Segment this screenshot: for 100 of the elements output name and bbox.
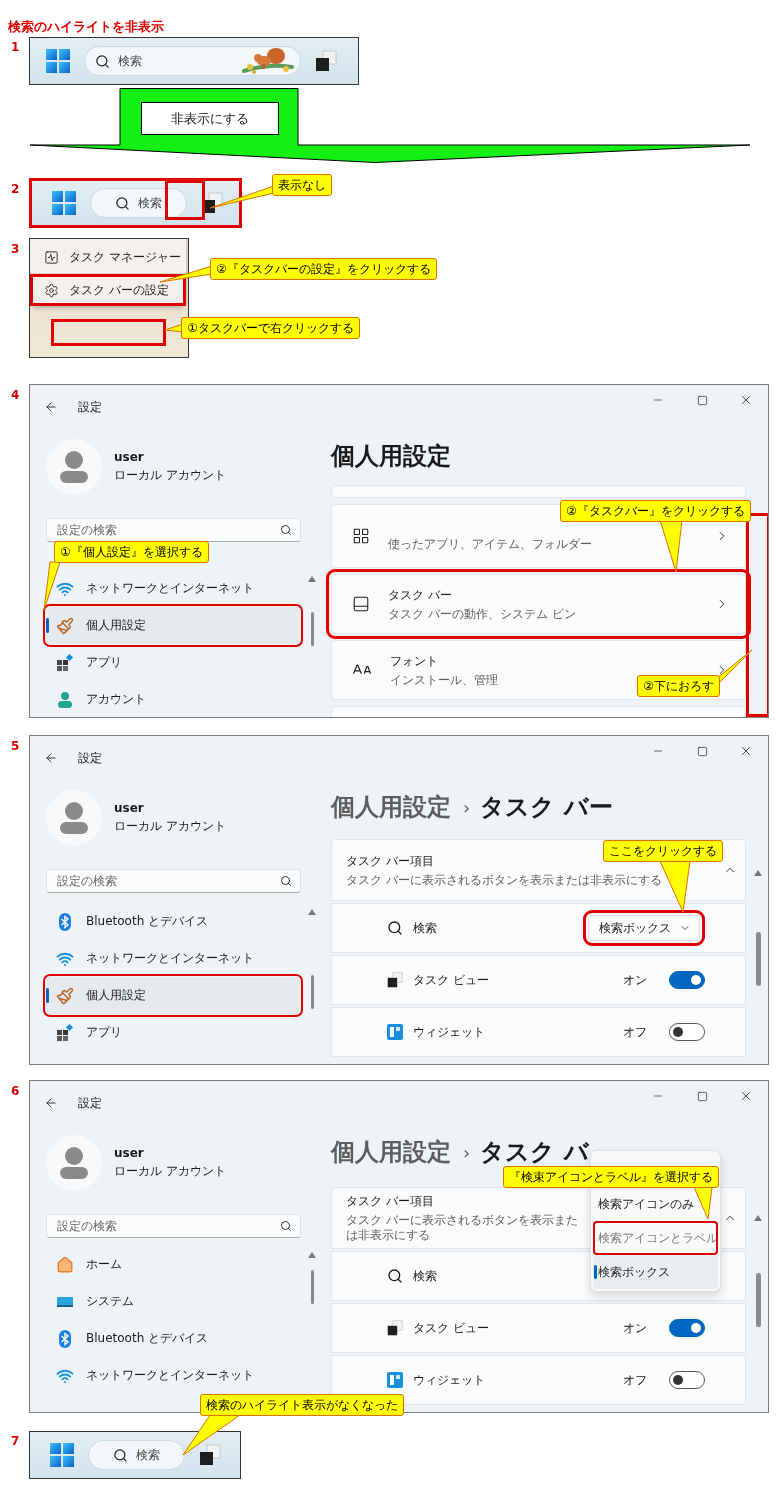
toggle-state: オフ: [623, 1023, 647, 1041]
maximize-icon: [696, 394, 708, 406]
settings-icon: [44, 282, 59, 298]
maximize-icon: [696, 745, 708, 757]
card-subtitle: インストール、管理: [390, 672, 498, 688]
scroll-up-icon[interactable]: [308, 1252, 316, 1258]
group-subtitle: タスク バーに表示されるボタンを表示または非表示にする: [346, 872, 662, 888]
paintbrush-icon: [56, 986, 74, 1005]
avatar-icon: [46, 439, 102, 495]
card-subtitle: タスク バーの動作、システム ピン: [388, 606, 576, 622]
setting-label: タスク ビュー: [413, 1319, 489, 1337]
callout-pointer: [210, 186, 274, 208]
maximize-icon: [696, 1090, 708, 1102]
toggle-switch[interactable]: [669, 1023, 705, 1041]
nav-item[interactable]: 個人用設定: [46, 607, 300, 644]
callout-pointer: [694, 1187, 712, 1219]
step-number: 1: [10, 39, 21, 54]
menu-item[interactable]: タスク バーの設定: [30, 274, 186, 306]
scrollbar-thumb[interactable]: [755, 1273, 761, 1327]
scrollbar-thumb[interactable]: [310, 612, 314, 646]
setting-label: ウィジェット: [413, 1371, 485, 1389]
apps-icon: [56, 653, 74, 672]
toggle-state: オン: [623, 971, 647, 989]
windows-logo-icon: [52, 191, 76, 215]
home-icon: [56, 1255, 74, 1274]
toggle-state: オン: [623, 1319, 647, 1337]
search-box[interactable]: 検索: [90, 188, 187, 218]
nav-item[interactable]: Bluetooth とデバイス: [46, 1320, 300, 1357]
bluetooth-icon: [56, 912, 74, 931]
page-title: 検索のハイライトを非表示: [8, 20, 165, 34]
scroll-up-icon[interactable]: [754, 870, 762, 876]
back-icon[interactable]: [44, 1096, 58, 1110]
menu-item[interactable]: タスク マネージャー: [30, 241, 186, 273]
user-name: user: [114, 801, 144, 815]
nav-item[interactable]: Bluetooth とデバイス: [46, 903, 300, 940]
toggle-state: オフ: [623, 1371, 647, 1389]
nav-item[interactable]: ホーム: [46, 1246, 300, 1283]
window-title: 設定: [78, 398, 102, 416]
search-box[interactable]: 検索: [88, 1440, 185, 1470]
menu-item[interactable]: 検索ボックス: [593, 1255, 718, 1289]
callout-pointer: [183, 1415, 240, 1455]
activity-icon: [44, 249, 59, 265]
task-view-icon: [387, 1320, 403, 1336]
nav-item[interactable]: ネットワークとインターネット: [46, 1357, 300, 1394]
back-icon[interactable]: [44, 751, 58, 765]
setting-label: 検索: [413, 919, 437, 937]
task-view-icon: [199, 1444, 221, 1466]
widgets-icon: [387, 1372, 403, 1388]
account-type: ローカル アカウント: [114, 818, 226, 835]
toggle-switch[interactable]: [669, 1319, 705, 1337]
scroll-up-icon[interactable]: [754, 1215, 762, 1221]
step-number: 3: [10, 241, 21, 256]
step-number: 6: [10, 1083, 21, 1098]
page-heading: タスク バー: [480, 792, 613, 823]
toggle-switch[interactable]: [669, 971, 705, 989]
breadcrumb-separator: ›: [463, 1141, 471, 1163]
nav-item[interactable]: ネットワークとインターネット: [46, 940, 300, 977]
task-view-icon: [315, 50, 337, 72]
step-number: 5: [10, 738, 21, 753]
search-icon: [115, 195, 130, 211]
search-field[interactable]: 設定の検索: [46, 1214, 301, 1238]
card-title: フォント: [390, 652, 438, 670]
scroll-up-icon[interactable]: [308, 909, 316, 915]
avatar-icon: [46, 790, 102, 846]
menu-item[interactable]: 検索アイコンのみ: [593, 1187, 718, 1221]
toggle-switch[interactable]: [669, 1371, 705, 1389]
callout-pointer: [44, 562, 60, 610]
account-type: ローカル アカウント: [114, 467, 226, 484]
page-heading: 個人用設定: [331, 441, 451, 472]
account-type: ローカル アカウント: [114, 1163, 226, 1180]
nav-item[interactable]: アプリ: [46, 1014, 300, 1051]
scrollbar-thumb[interactable]: [310, 975, 314, 1009]
squirrel-drawing: [242, 47, 294, 75]
window-title: 設定: [78, 1094, 102, 1112]
nav-item[interactable]: アカウント: [46, 681, 300, 717]
taskbar-icon: [352, 595, 370, 613]
nav-item[interactable]: 個人用設定: [46, 977, 300, 1014]
search-icon: [280, 1220, 292, 1232]
step-number: 7: [10, 1433, 21, 1448]
nav-item[interactable]: システム: [46, 1283, 300, 1320]
nav-item[interactable]: アプリ: [46, 644, 300, 681]
setting-label: 検索: [413, 1267, 437, 1285]
avatar-icon: [46, 1135, 102, 1191]
search-field[interactable]: 設定の検索: [46, 518, 301, 542]
setting-label: ウィジェット: [413, 1023, 485, 1041]
search-icon: [387, 920, 403, 936]
setting-label: タスク ビュー: [413, 971, 489, 989]
user-name: user: [114, 1146, 144, 1160]
search-field[interactable]: 設定の検索: [46, 869, 301, 893]
scrollbar-thumb[interactable]: [755, 932, 761, 986]
apps-icon: [56, 1023, 74, 1042]
callout-pointer: [660, 861, 690, 912]
widgets-icon: [387, 1024, 403, 1040]
close-icon: [739, 744, 753, 758]
back-icon[interactable]: [44, 400, 58, 414]
scroll-up-icon[interactable]: [308, 576, 316, 582]
search-box[interactable]: 検索: [84, 46, 301, 76]
search-icon: [387, 1268, 403, 1284]
page-heading: 個人用設定: [331, 1137, 451, 1168]
scrollbar-thumb[interactable]: [310, 1270, 314, 1304]
